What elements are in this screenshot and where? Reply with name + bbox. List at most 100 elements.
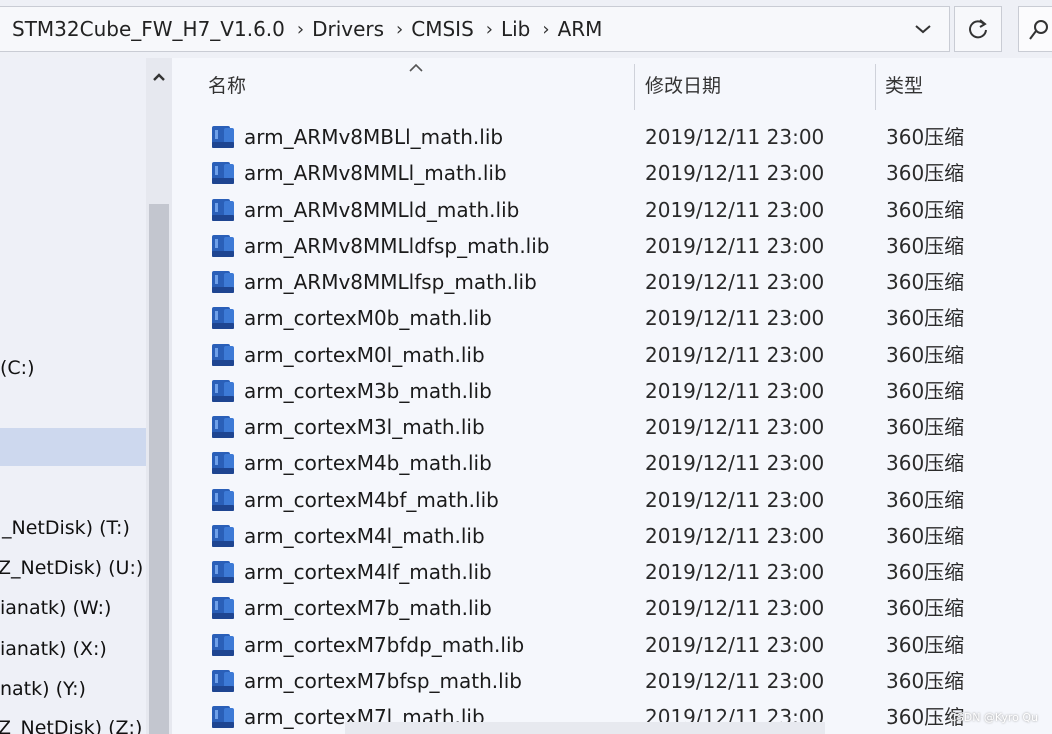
file-name[interactable]: arm_ARMv8MMLld_math.lib (244, 192, 519, 228)
nav-item-selected[interactable] (0, 428, 146, 466)
refresh-button[interactable] (954, 6, 1002, 52)
file-modified-date: 2019/12/11 23:00 (645, 523, 825, 548)
file-type: 360压缩 (886, 415, 965, 439)
file-type: 360压缩 (886, 125, 965, 149)
archive-file-icon (212, 343, 234, 366)
file-modified-date: 2019/12/11 23:00 (645, 306, 825, 331)
nav-scrollbar[interactable] (146, 58, 172, 734)
nav-item-drive-y[interactable]: natk) (Y:) (0, 671, 146, 707)
navigation-pane: (C:) _NetDisk) (T:) Z_NetDisk) (U:) iana… (0, 58, 172, 734)
scrollbar-thumb[interactable] (149, 204, 169, 734)
file-modified-date: 2019/12/11 23:00 (645, 487, 825, 512)
file-row[interactable]: arm_cortexM0b_math.lib 2019/12/11 23:00 36… (202, 300, 1052, 336)
file-name[interactable]: arm_ARMv8MMLlfsp_math.lib (244, 264, 537, 300)
file-row[interactable]: arm_cortexM7b_math.lib 2019/12/11 23:00 36… (202, 590, 1052, 626)
address-bar: STM32Cube_FW_H7_V1.6.0 › Drivers › CMSIS… (0, 0, 1052, 59)
file-name[interactable]: arm_ARMv8MMLldfsp_math.lib (244, 228, 550, 264)
nav-list: (C:) _NetDisk) (T:) Z_NetDisk) (U:) iana… (0, 58, 146, 734)
archive-file-icon (212, 162, 234, 185)
column-divider[interactable] (634, 64, 635, 110)
file-name[interactable]: arm_cortexM7bfsp_math.lib (244, 663, 522, 699)
breadcrumb-item-drivers[interactable]: Drivers (310, 17, 388, 41)
file-row[interactable]: arm_cortexM0l_math.lib 2019/12/11 23:00 36… (202, 337, 1052, 373)
nav-item-drive-c[interactable]: (C:) (0, 350, 146, 386)
file-type: 360压缩 (886, 233, 965, 258)
archive-file-icon (212, 452, 234, 475)
column-header-name[interactable]: 名称 (208, 58, 628, 114)
file-name[interactable]: arm_cortexM0b_math.lib (244, 300, 492, 336)
breadcrumb[interactable]: STM32Cube_FW_H7_V1.6.0 › Drivers › CMSIS… (0, 6, 950, 52)
nav-item-drive-u[interactable]: Z_NetDisk) (U:) (0, 550, 144, 586)
breadcrumb-separator-icon[interactable]: › (289, 19, 310, 40)
archive-file-icon (212, 307, 234, 330)
breadcrumb-separator-icon[interactable]: › (478, 19, 499, 40)
file-name[interactable]: arm_cortexM7b_math.lib (244, 590, 492, 626)
file-name[interactable]: arm_cortexM0l_math.lib (244, 337, 485, 373)
column-divider[interactable] (875, 64, 876, 110)
file-modified-date: 2019/12/11 23:00 (645, 668, 825, 693)
file-modified-date: 2019/12/11 23:00 (645, 342, 825, 367)
file-row[interactable]: arm_ARMv8MMLldfsp_math.lib 2019/12/11 23:… (202, 228, 1052, 264)
file-row[interactable]: arm_cortexM4b_math.lib 2019/12/11 23:00 36… (202, 445, 1052, 481)
file-type: 360压缩 (886, 632, 965, 657)
file-row[interactable]: arm_cortexM3b_math.lib 2019/12/11 23:00 36… (202, 373, 1052, 409)
file-row[interactable]: arm_cortexM4bf_math.lib 2019/12/11 23:00 3… (202, 482, 1052, 518)
file-name[interactable]: arm_cortexM3b_math.lib (244, 373, 492, 409)
file-row[interactable]: arm_cortexM7bfdp_math.lib 2019/12/11 23:0… (202, 627, 1052, 663)
file-modified-date: 2019/12/11 23:00 (645, 378, 825, 403)
archive-file-icon (212, 198, 234, 221)
file-name[interactable]: arm_cortexM3l_math.lib (244, 409, 485, 445)
breadcrumb-separator-icon[interactable]: › (534, 19, 555, 40)
archive-file-icon (212, 234, 234, 257)
watermark: CSDN @Kyro Qu (949, 711, 1038, 724)
breadcrumb-separator-icon[interactable]: › (388, 19, 409, 40)
file-type: 360压缩 (886, 523, 965, 548)
file-modified-date: 2019/12/11 23:00 (645, 451, 825, 476)
search-input[interactable] (1018, 6, 1052, 52)
file-modified-date: 2019/12/11 23:00 (645, 632, 825, 657)
file-name[interactable]: arm_ARMv8MMLl_math.lib (244, 155, 507, 191)
scroll-up-arrow-icon[interactable] (146, 64, 172, 90)
file-type: 360压缩 (886, 668, 965, 693)
file-row[interactable]: arm_ARMv8MBLl_math.lib 2019/12/11 23:00 36… (202, 119, 1052, 155)
file-type: 360压缩 (886, 451, 965, 476)
nav-item-drive-x[interactable]: ianatk) (X:) (0, 631, 146, 667)
chevron-down-icon[interactable] (909, 15, 937, 43)
file-type: 360压缩 (886, 560, 965, 584)
file-row[interactable]: arm_cortexM4lf_math.lib 2019/12/11 23:00 3… (202, 554, 1052, 590)
archive-file-icon (212, 416, 234, 438)
nav-item-drive-z[interactable]: Z_NetDisk) (Z:) (0, 710, 144, 734)
horizontal-scrollbar[interactable] (345, 722, 825, 734)
file-row[interactable]: arm_ARMv8MMLl_math.lib 2019/12/11 23:00 36… (202, 155, 1052, 191)
breadcrumb-item-lib[interactable]: Lib (499, 17, 534, 41)
file-name[interactable]: arm_cortexM4l_math.lib (244, 518, 485, 554)
file-type: 360压缩 (886, 378, 965, 403)
file-modified-date: 2019/12/11 23:00 (645, 270, 825, 294)
file-type: 360压缩 (886, 306, 965, 331)
file-modified-date: 2019/12/11 23:00 (645, 197, 825, 222)
file-modified-date: 2019/12/11 23:00 (645, 161, 825, 186)
file-row[interactable]: arm_ARMv8MMLld_math.lib 2019/12/11 23:00 3… (202, 192, 1052, 228)
nav-item-drive-t[interactable]: _NetDisk) (T:) (2, 510, 146, 546)
file-row[interactable]: arm_cortexM4l_math.lib 2019/12/11 23:00 36… (202, 518, 1052, 554)
file-name[interactable]: arm_cortexM4bf_math.lib (244, 482, 499, 518)
breadcrumb-item-root[interactable]: STM32Cube_FW_H7_V1.6.0 (0, 17, 289, 41)
file-row[interactable]: arm_ARMv8MMLlfsp_math.lib 2019/12/11 23:0… (202, 264, 1052, 300)
breadcrumb-item-arm[interactable]: ARM (556, 17, 607, 41)
file-type: 360压缩 (886, 197, 965, 222)
column-header-date[interactable]: 修改日期 (645, 58, 871, 114)
file-name[interactable]: arm_cortexM4lf_math.lib (244, 554, 492, 590)
archive-file-icon (212, 126, 234, 148)
file-name[interactable]: arm_cortexM7bfdp_math.lib (244, 627, 524, 663)
file-type: 360压缩 (886, 487, 965, 512)
archive-file-icon (212, 597, 234, 620)
file-row[interactable]: arm_cortexM7bfsp_math.lib 2019/12/11 23:0… (202, 663, 1052, 699)
file-name[interactable]: arm_cortexM4b_math.lib (244, 445, 492, 481)
archive-file-icon (212, 669, 234, 692)
breadcrumb-item-cmsis[interactable]: CMSIS (409, 17, 478, 41)
file-row[interactable]: arm_cortexM3l_math.lib 2019/12/11 23:00 36… (202, 409, 1052, 445)
archive-file-icon (212, 271, 234, 293)
column-header-type[interactable]: 类型 (885, 58, 1045, 114)
nav-item-drive-w[interactable]: ianatk) (W:) (0, 590, 146, 626)
file-name[interactable]: arm_ARMv8MBLl_math.lib (244, 119, 503, 155)
